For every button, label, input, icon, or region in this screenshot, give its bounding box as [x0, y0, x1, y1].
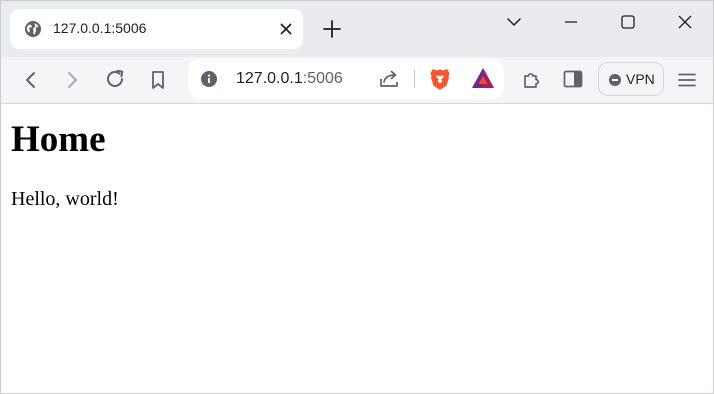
vpn-status-icon	[609, 74, 621, 86]
back-icon[interactable]	[19, 68, 43, 92]
url-host: 127.0.0.1	[236, 70, 303, 87]
active-tab[interactable]: 127.0.0.1:5006	[10, 9, 303, 49]
forward-icon[interactable]	[60, 68, 84, 92]
brave-rewards-icon[interactable]	[471, 67, 495, 89]
globe-icon	[24, 20, 42, 38]
reload-icon[interactable]	[103, 67, 127, 91]
sidebar-icon[interactable]	[561, 67, 585, 91]
new-tab-icon[interactable]	[321, 18, 343, 40]
site-info-icon[interactable]	[201, 71, 217, 87]
share-icon[interactable]	[377, 67, 401, 91]
browser-window: 127.0.0.1:5006 127.0.0.1:5006 VPN Home H…	[0, 0, 714, 394]
page-content: Home Hello, world!	[1, 104, 713, 393]
browser-toolbar: 127.0.0.1:5006 VPN	[1, 57, 713, 103]
vpn-label: VPN	[626, 71, 655, 87]
minimize-icon[interactable]	[560, 11, 582, 33]
bookmark-icon[interactable]	[146, 68, 170, 92]
brave-shields-icon[interactable]	[429, 67, 451, 91]
close-tab-icon[interactable]	[277, 20, 295, 38]
vpn-button[interactable]: VPN	[598, 62, 664, 96]
close-window-icon[interactable]	[674, 11, 696, 33]
maximize-icon[interactable]	[617, 11, 639, 33]
tab-strip: 127.0.0.1:5006	[1, 1, 713, 57]
extensions-icon[interactable]	[520, 67, 544, 91]
tab-search-chevron-icon[interactable]	[503, 11, 525, 33]
tab-title: 127.0.0.1:5006	[53, 20, 147, 36]
page-heading: Home	[11, 119, 106, 160]
address-bar[interactable]: 127.0.0.1:5006	[188, 59, 504, 99]
url-port: :5006	[302, 70, 343, 87]
url-text[interactable]: 127.0.0.1:5006	[236, 70, 343, 88]
omnibox-divider	[414, 70, 415, 88]
page-paragraph: Hello, world!	[11, 188, 119, 210]
menu-icon[interactable]	[675, 68, 699, 92]
